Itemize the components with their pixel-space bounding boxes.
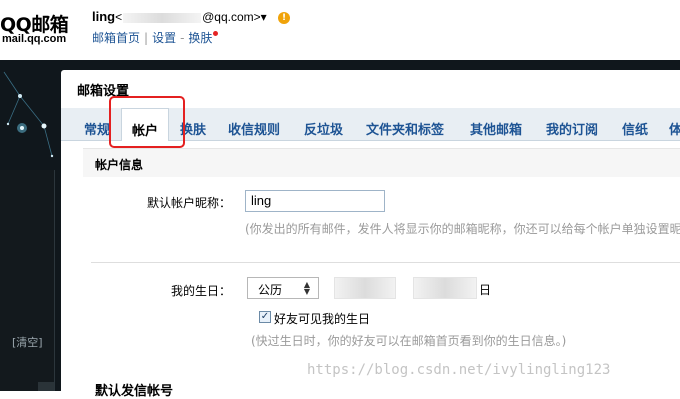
tab-subscriptions[interactable]: 我的订阅 — [546, 119, 598, 138]
nickname-input[interactable]: ling — [245, 190, 385, 212]
tab-receive-rules[interactable]: 收信规则 — [228, 119, 280, 138]
change-skin-link[interactable]: 换肤 — [188, 31, 212, 45]
tab-stationery[interactable]: 信纸 — [622, 119, 648, 138]
settings-link[interactable]: 设置 — [152, 31, 176, 45]
email-prefix: < — [115, 10, 123, 24]
tab-folders-labels[interactable]: 文件夹和标签 — [366, 119, 444, 138]
starry-decoration-icon — [3, 71, 54, 158]
sidebar-scroll-stub[interactable] — [38, 382, 54, 391]
tab-more[interactable]: 体 — [669, 119, 680, 138]
birth-day-field[interactable] — [413, 277, 477, 299]
watermark: https://blog.csdn.net/ivylingling123 — [307, 362, 611, 378]
calendar-type-value: 公历 — [258, 283, 283, 297]
account-info-section: 帐户信息 — [83, 148, 680, 177]
divider — [91, 262, 680, 263]
friends-visible-checkbox[interactable]: ✓ — [259, 311, 271, 323]
calendar-type-select[interactable]: 公历 ▲ ▼ — [247, 277, 319, 299]
select-arrows-icon: ▲ ▼ — [303, 280, 310, 296]
link-dash: - — [180, 31, 185, 45]
left-sidebar — [0, 170, 55, 391]
account-info-title: 帐户信息 — [95, 158, 144, 172]
user-account[interactable]: ling< @qq.com>▾ — [92, 9, 267, 24]
day-suffix: 日 — [479, 283, 492, 297]
default-sender-title: 默认发信帐号 — [95, 384, 174, 399]
mailbox-home-link[interactable]: 邮箱首页 — [92, 31, 140, 45]
new-dot-icon — [213, 31, 219, 36]
email-suffix: @qq.com> — [202, 10, 261, 24]
tab-highlight-box — [109, 96, 185, 148]
alert-icon[interactable]: ! — [278, 12, 290, 24]
tab-general[interactable]: 常规 — [84, 119, 110, 138]
tab-anti-spam[interactable]: 反垃圾 — [304, 119, 343, 138]
friends-visible-label[interactable]: 好友可见我的生日 — [274, 310, 370, 327]
birth-month-field[interactable] — [334, 277, 396, 299]
birthday-label: 我的生日： — [171, 284, 232, 298]
clear-button[interactable]: [清空] — [12, 334, 43, 350]
link-separator: | — [144, 31, 149, 45]
settings-panel: 邮箱设置 常规 帐户 换肤 收信规则 反垃圾 文件夹和标签 其他邮箱 我的订阅 … — [61, 70, 680, 399]
logo-domain: mail.qq.com — [2, 33, 67, 45]
top-links: 邮箱首页 | 设置 - 换肤 — [92, 29, 219, 46]
user-name: ling — [92, 9, 116, 24]
nickname-hint: (你发出的所有邮件，发件人将显示你的邮箱昵称，你还可以给每个帐户单独设置昵 — [245, 222, 680, 236]
birthday-hint: (快过生日时，你的好友可以在邮箱首页看到你的生日信息。) — [251, 334, 567, 348]
masked-email — [123, 12, 202, 23]
user-menu-arrow-icon[interactable]: ▾ — [261, 10, 267, 24]
nickname-label: 默认帐户昵称： — [147, 196, 232, 210]
tab-other-mailboxes[interactable]: 其他邮箱 — [470, 119, 522, 138]
top-header: QQ邮箱 mail.qq.com ling< @qq.com>▾ ! 邮箱首页 | 设… — [0, 0, 680, 61]
